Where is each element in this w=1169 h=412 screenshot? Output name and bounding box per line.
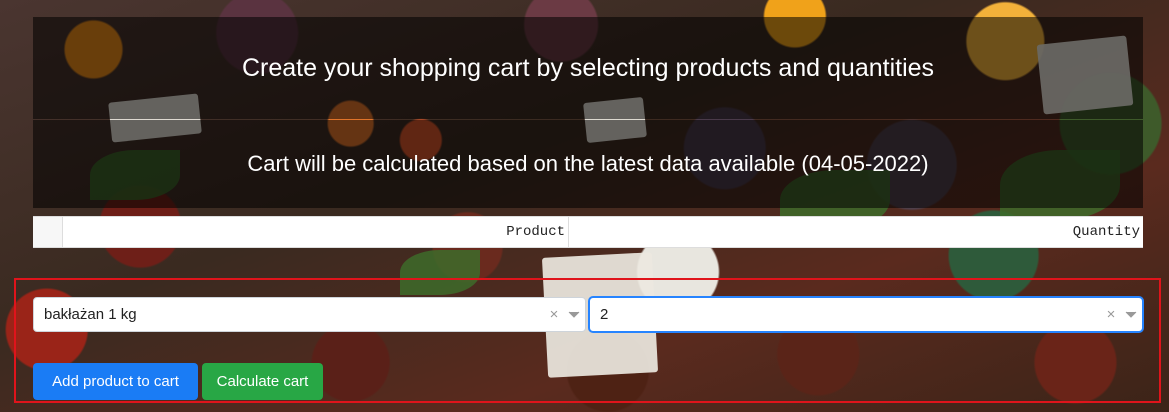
page-subtitle: Cart will be calculated based on the lat… — [33, 120, 1143, 208]
chevron-down-icon[interactable] — [1120, 311, 1142, 319]
quantity-select[interactable]: 2 × — [589, 297, 1143, 332]
table-header-quantity[interactable]: Quantity — [569, 217, 1143, 247]
chevron-down-icon[interactable] — [563, 311, 585, 319]
quantity-select-value: 2 — [600, 306, 609, 323]
add-product-button[interactable]: Add product to cart — [33, 363, 198, 400]
table-header-index — [33, 217, 63, 247]
page-title: Create your shopping cart by selecting p… — [33, 17, 1143, 119]
table-header-product[interactable]: Product — [63, 217, 569, 247]
product-select-value: bakłażan 1 kg — [44, 306, 137, 323]
close-icon[interactable]: × — [545, 306, 563, 323]
product-select[interactable]: bakłażan 1 kg × — [33, 297, 586, 332]
close-icon[interactable]: × — [1102, 306, 1120, 323]
calculate-cart-button[interactable]: Calculate cart — [202, 363, 323, 400]
cart-table-header: Product Quantity — [33, 216, 1143, 248]
